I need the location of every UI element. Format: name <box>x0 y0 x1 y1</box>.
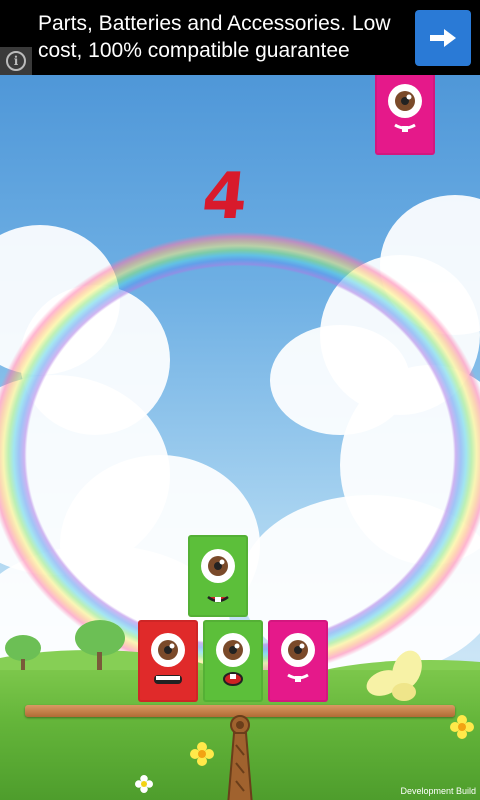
monster-red[interactable] <box>138 620 198 702</box>
score-counter: 4 <box>198 160 252 234</box>
monster-pink[interactable] <box>268 620 328 702</box>
monster-green-top[interactable] <box>188 535 248 617</box>
info-glyph: i <box>6 51 26 71</box>
plank-stand <box>222 715 258 800</box>
flower-icon <box>190 742 214 771</box>
ad-open-button[interactable] <box>415 10 471 66</box>
info-icon[interactable]: i <box>0 47 32 75</box>
monster-green-bottom[interactable] <box>203 620 263 702</box>
ad-banner[interactable]: Parts, Batteries and Accessories. Low co… <box>0 0 480 75</box>
butterfly-icon <box>362 650 432 705</box>
arrow-right-icon <box>430 29 456 47</box>
flower-icon <box>450 715 474 744</box>
falling-monster-pink[interactable] <box>375 75 435 155</box>
ad-text[interactable]: Parts, Batteries and Accessories. Low co… <box>38 10 408 64</box>
development-build-label: Development Build <box>400 786 476 796</box>
flower-icon <box>135 775 153 798</box>
game-scene[interactable]: 4 Development Build <box>0 75 480 800</box>
